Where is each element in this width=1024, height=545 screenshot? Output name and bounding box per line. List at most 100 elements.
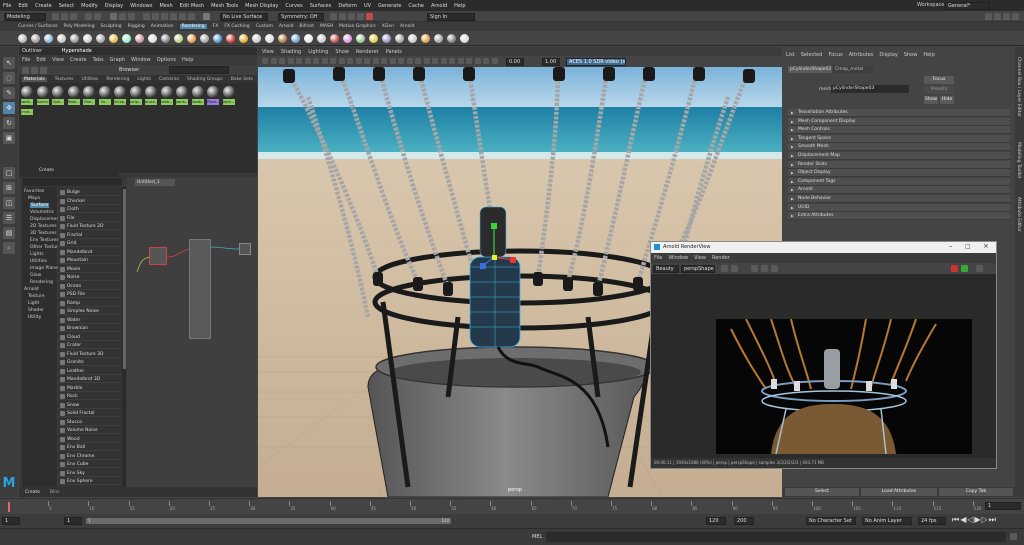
node-type-item[interactable]: PSD File — [58, 291, 122, 298]
material-swatch[interactable] — [207, 86, 219, 98]
material-label[interactable]: lamb... — [21, 99, 33, 105]
show-button[interactable]: Show — [924, 96, 938, 104]
shelf-tool-icon-0[interactable] — [18, 34, 27, 43]
layout-two-icon[interactable]: ◫ — [3, 197, 15, 209]
shelf-tool-icon-30[interactable] — [408, 34, 417, 43]
menu-uv[interactable]: UV — [364, 3, 371, 9]
hypershade-menu-file[interactable]: File — [22, 57, 30, 63]
layout-outliner-icon[interactable]: ▤ — [3, 227, 15, 239]
material-swatch[interactable] — [36, 86, 49, 98]
material-label[interactable]: Fibe... — [83, 99, 95, 105]
material-label[interactable]: Swatc... — [191, 99, 204, 105]
shelf-tool-icon-8[interactable] — [122, 34, 131, 43]
shape-tab[interactable]: pCylinderShape02 — [788, 66, 832, 73]
viewport-tool-icon-9[interactable] — [338, 58, 345, 64]
select-tool-icon[interactable]: ↖ — [3, 57, 15, 69]
snap-grid-icon[interactable] — [143, 13, 150, 20]
menu-select[interactable]: Select — [59, 3, 74, 9]
attr-section-extra-attributes[interactable]: Extra Attributes — [788, 212, 1010, 221]
shelf-tool-icon-19[interactable] — [265, 34, 274, 43]
attr-section-displacement-map[interactable]: Displacement Map — [788, 152, 1010, 160]
menu-create[interactable]: Create — [35, 3, 52, 9]
browser-tab-bake-sets[interactable]: Bake Sets — [231, 77, 253, 82]
range-start-field[interactable]: 1 — [2, 517, 20, 525]
viewport-tool-icon-15[interactable] — [389, 58, 396, 64]
menu-modify[interactable]: Modify — [81, 3, 98, 9]
attr-section-smooth-mesh[interactable]: Smooth Mesh — [788, 143, 1010, 152]
shelf-tool-icon-11[interactable] — [161, 34, 170, 43]
menu-deform[interactable]: Deform — [338, 3, 357, 9]
range-end-field[interactable]: 120 — [706, 517, 726, 525]
command-input[interactable] — [546, 532, 1006, 542]
script-editor-icon[interactable] — [1010, 533, 1017, 540]
shelf-tool-icon-5[interactable] — [83, 34, 92, 43]
shelf-tool-icon-17[interactable] — [239, 34, 248, 43]
hypershade-menu-create[interactable]: Create — [70, 57, 87, 63]
render-area[interactable] — [651, 274, 996, 458]
node-type-item[interactable]: Crater — [58, 342, 122, 349]
attr-menu-selected[interactable]: Selected — [801, 52, 823, 58]
attr-menu-focus[interactable]: Focus — [828, 52, 842, 58]
modeling-toolkit-icon[interactable] — [985, 13, 992, 20]
select-component-icon[interactable] — [128, 13, 135, 20]
camera-dropdown[interactable]: perspShape — [681, 264, 715, 273]
viewport-tool-icon-2[interactable] — [279, 58, 285, 64]
viewport-tool-icon-12[interactable] — [364, 58, 370, 64]
node-type-item[interactable]: Leather — [58, 368, 122, 375]
tree-item-utilities[interactable]: Utilities — [30, 259, 47, 264]
start-render-icon[interactable] — [961, 265, 968, 272]
attr-menu-help[interactable]: Help — [923, 52, 934, 58]
menu-mesh[interactable]: Mesh — [159, 3, 172, 9]
node-type-item[interactable]: Brownian — [58, 325, 122, 332]
character-controls-icon[interactable] — [994, 13, 1001, 20]
character-set-dropdown[interactable]: No Character Set — [806, 517, 856, 525]
node-type-item[interactable]: Noise — [58, 274, 122, 281]
new-scene-icon[interactable] — [52, 13, 59, 20]
attr-section-arnold[interactable]: Arnold — [788, 186, 1010, 195]
live-surface-dropdown[interactable]: No Live Surface — [220, 12, 268, 21]
mode-dropdown[interactable]: Modeling — [4, 12, 46, 21]
shelf-tool-icon-10[interactable] — [148, 34, 157, 43]
load-attributes-button[interactable]: Load Attributes — [861, 488, 937, 496]
hypershade-menu-edit[interactable]: Edit — [36, 57, 46, 63]
shelf-tab-3[interactable]: Rigging — [128, 24, 145, 29]
node-type-item[interactable]: Env Cube — [58, 461, 122, 468]
viewport-tool-icon-0[interactable] — [262, 58, 268, 64]
shelf-tool-icon-26[interactable] — [356, 34, 365, 43]
attr-menu-list[interactable]: List — [786, 52, 795, 58]
material-label[interactable]: Place... — [207, 99, 219, 105]
node-type-item[interactable]: Env Sphere — [58, 478, 122, 485]
hypershade-menu-window[interactable]: Window — [131, 57, 151, 63]
graph-icon[interactable] — [22, 66, 29, 74]
viewport-tool-icon-1[interactable] — [270, 58, 277, 64]
menu-windows[interactable]: Windows — [130, 3, 152, 9]
shelf-tab-6[interactable]: FX — [213, 24, 219, 29]
attribute-editor-icon[interactable] — [1003, 13, 1010, 20]
minimize-icon[interactable]: – — [949, 242, 953, 250]
menu-help[interactable]: Help — [454, 3, 465, 9]
menu-surfaces[interactable]: Surfaces — [310, 3, 332, 9]
material-swatch[interactable] — [160, 86, 173, 98]
snap-curve-icon[interactable] — [152, 13, 159, 20]
shelf-tab-14[interactable]: Arnold — [400, 24, 415, 29]
save-scene-icon[interactable] — [70, 13, 77, 20]
viewport-menu-shading[interactable]: Shading — [281, 49, 301, 55]
settings-icon[interactable] — [976, 265, 983, 272]
exposure-icon[interactable] — [771, 265, 778, 272]
menu-file[interactable]: File — [3, 3, 11, 9]
node-type-item[interactable]: Movie — [58, 266, 122, 273]
attr-section-uuid[interactable]: UUID — [788, 203, 1010, 212]
renderview-menu-window[interactable]: Window — [668, 255, 688, 261]
node-type-item[interactable]: Volume Noise — [58, 427, 122, 434]
material-label[interactable]: Bumm... — [36, 99, 49, 105]
shelf-tool-icon-9[interactable] — [135, 34, 144, 43]
material-swatch[interactable] — [176, 86, 188, 98]
node-type-item[interactable]: Cloud — [58, 334, 122, 341]
shelf-tool-icon-22[interactable] — [304, 34, 313, 43]
channel-icon[interactable] — [761, 265, 768, 272]
shelf-tool-icon-21[interactable] — [291, 34, 300, 43]
material-swatch[interactable] — [222, 86, 235, 98]
hypershade-title[interactable]: Hypershade — [62, 48, 92, 54]
material-swatch[interactable] — [21, 86, 33, 98]
material-label[interactable]: Ilu... — [98, 99, 111, 105]
